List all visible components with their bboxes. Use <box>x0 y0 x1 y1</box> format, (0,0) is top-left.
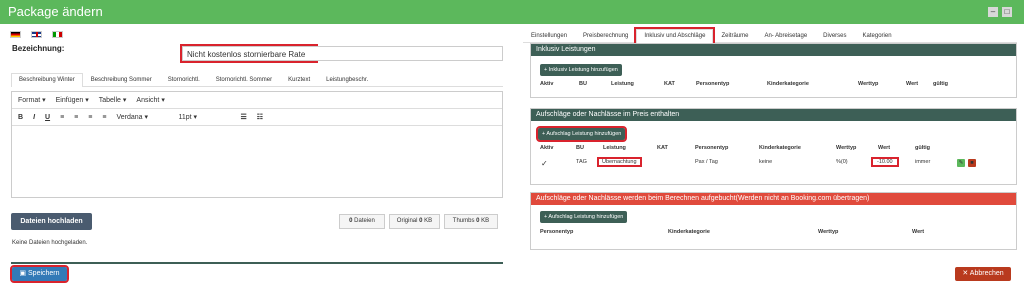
rich-text-editor: Format ▾ Einfügen ▾ Tabelle ▾ Ansicht ▾ … <box>11 91 503 198</box>
tab-leistungbeschr[interactable]: Leistungbeschr. <box>318 73 376 86</box>
cancel-button[interactable]: ✕ Abbrechen <box>955 267 1011 281</box>
bold-icon[interactable]: B <box>18 114 23 121</box>
menu-tabelle[interactable]: Tabelle ▾ <box>99 96 127 104</box>
edit-icon[interactable]: ✎ <box>957 159 965 167</box>
description-tabs: Beschreibung Winter Beschreibung Sommer … <box>11 73 503 87</box>
col-header: gültig <box>933 81 948 87</box>
tab-kategorien[interactable]: Kategorien <box>855 29 900 42</box>
inclusive-columns: Aktiv BU Leistung KAT Personentyp Kinder… <box>531 81 1016 91</box>
col-header: Wert <box>912 229 925 235</box>
tab-zeitraeume[interactable]: Zeiträume <box>713 29 756 42</box>
close-icon: ✕ <box>962 270 969 277</box>
align-justify-icon[interactable]: ≡ <box>102 114 106 121</box>
col-header: Kinderkategorie <box>759 145 801 151</box>
cell-personentyp: Pax / Tag <box>695 159 718 165</box>
col-header: Wert <box>878 145 891 151</box>
table-row: ✓ TAG Übernachtung Pax / Tag keine %(0) … <box>531 157 1016 173</box>
cell-kinderkategorie: keine <box>759 159 773 165</box>
align-right-icon[interactable]: ≡ <box>88 114 92 121</box>
files-count-pill: 0 Dateien <box>339 214 385 229</box>
col-header: Personentyp <box>696 81 730 87</box>
check-icon: ✓ <box>541 159 548 168</box>
tab-beschreibung-sommer[interactable]: Beschreibung Sommer <box>83 73 160 86</box>
tab-kurztext[interactable]: Kurztext <box>280 73 318 86</box>
add-surcharge-button[interactable]: + Aufschlag Leistung hinzufügen <box>535 126 628 142</box>
col-header: Aktiv <box>540 81 554 87</box>
name-input[interactable]: Nicht kostenlos stornierbare Rate <box>182 46 503 61</box>
col-header: gültig <box>915 145 930 151</box>
col-header: Werttyp <box>858 81 879 87</box>
editor-content-area[interactable] <box>12 126 502 197</box>
divider <box>11 262 503 264</box>
col-header: BU <box>576 145 584 151</box>
surcharges-in-price-header: Aufschläge oder Nachlässe im Preis entha… <box>531 109 1016 121</box>
editor-toolbar: B I U ≡ ≡ ≡ ≡ Verdana ▾ 11pt ▾ ☰ ☷ <box>12 109 502 126</box>
col-header: Werttyp <box>818 229 839 235</box>
col-header: Kinderkategorie <box>767 81 809 87</box>
flag-it-icon[interactable] <box>52 31 63 38</box>
surcharge-columns: Aktiv BU Leistung KAT Personentyp Kinder… <box>531 145 1016 155</box>
booked-columns: Personentyp Kinderkategorie Werttyp Wert <box>531 229 1016 239</box>
thumbs-size-pill: Thumbs 0 KB <box>444 214 498 229</box>
surcharges-booked-panel: Aufschläge oder Nachlässe werden beim Be… <box>530 192 1017 250</box>
col-header: Aktiv <box>540 145 554 151</box>
add-booked-surcharge-button[interactable]: + Aufschlag Leistung hinzufügen <box>540 211 628 223</box>
tab-preisberechnung[interactable]: Preisberechnung <box>575 29 636 42</box>
col-header: BU <box>579 81 587 87</box>
save-icon: ▣ <box>19 270 27 277</box>
tab-stornorichtl-sommer[interactable]: Stornorichtl. Sommer <box>208 73 280 86</box>
col-header: KAT <box>664 81 675 87</box>
flag-en-icon[interactable] <box>31 31 42 38</box>
col-header: Werttyp <box>836 145 857 151</box>
inclusive-services-panel: Inklusiv Leistungen + Inklusiv Leistung … <box>530 43 1017 98</box>
menu-format[interactable]: Format ▾ <box>18 96 46 104</box>
italic-icon[interactable]: I <box>33 114 35 121</box>
save-button[interactable]: ▣ Speichern <box>10 265 69 283</box>
numbered-list-icon[interactable]: ☷ <box>257 113 263 121</box>
tab-diverses[interactable]: Diverses <box>815 29 854 42</box>
underline-icon[interactable]: U <box>45 114 50 121</box>
inclusive-services-header: Inklusiv Leistungen <box>531 44 1016 56</box>
maximize-icon[interactable]: □ <box>1002 7 1012 17</box>
cell-wert[interactable]: -10.00 <box>871 157 899 167</box>
col-header: Kinderkategorie <box>668 229 710 235</box>
cell-werttyp: %(0) <box>836 159 848 165</box>
language-flags <box>10 31 63 38</box>
settings-tabs: Einstellungen Preisberechnung Inklusiv u… <box>523 27 1017 45</box>
delete-icon[interactable]: ■ <box>968 159 976 167</box>
add-inclusive-service-button[interactable]: + Inklusiv Leistung hinzufügen <box>540 64 622 76</box>
cell-gueltig: immer <box>915 159 931 165</box>
menu-ansicht[interactable]: Ansicht ▾ <box>136 96 164 104</box>
surcharges-booked-header: Aufschläge oder Nachlässe werden beim Be… <box>531 193 1016 205</box>
window-title: Package ändern <box>8 4 103 19</box>
tab-beschreibung-winter[interactable]: Beschreibung Winter <box>11 73 83 87</box>
align-left-icon[interactable]: ≡ <box>60 114 64 121</box>
menu-einfuegen[interactable]: Einfügen ▾ <box>56 96 89 104</box>
align-center-icon[interactable]: ≡ <box>74 114 78 121</box>
tab-einstellungen[interactable]: Einstellungen <box>523 29 575 42</box>
font-size-select[interactable]: 11pt ▾ <box>178 113 230 121</box>
bullet-list-icon[interactable]: ☰ <box>240 113 246 121</box>
surcharges-in-price-panel: Aufschläge oder Nachlässe im Preis entha… <box>530 108 1017 185</box>
col-header: Leistung <box>603 145 626 151</box>
cell-leistung: Übernachtung <box>597 157 642 167</box>
col-header: KAT <box>657 145 668 151</box>
upload-files-button[interactable]: Dateien hochladen <box>11 213 92 230</box>
col-header: Personentyp <box>695 145 729 151</box>
col-header: Wert <box>906 81 919 87</box>
minimize-icon[interactable]: – <box>988 7 998 17</box>
flag-de-icon[interactable] <box>10 31 21 38</box>
original-size-pill: Original 0 KB <box>389 214 440 229</box>
tab-stornorichtl[interactable]: Stornorichtl. <box>160 73 208 86</box>
title-bar: Package ändern – □ <box>0 0 1024 24</box>
font-family-select[interactable]: Verdana ▾ <box>116 113 168 121</box>
no-files-text: Keine Dateien hochgeladen. <box>12 240 88 246</box>
tab-inklusiv-und-abschlaege[interactable]: Inklusiv und Abschläge <box>634 27 716 45</box>
tab-an-abreisetage[interactable]: An- Abreisetage <box>756 29 815 42</box>
col-header: Leistung <box>611 81 634 87</box>
cell-bu: TAG <box>576 159 587 165</box>
col-header: Personentyp <box>540 229 574 235</box>
name-label: Bezeichnung: <box>12 44 65 53</box>
editor-menubar: Format ▾ Einfügen ▾ Tabelle ▾ Ansicht ▾ <box>12 92 502 109</box>
